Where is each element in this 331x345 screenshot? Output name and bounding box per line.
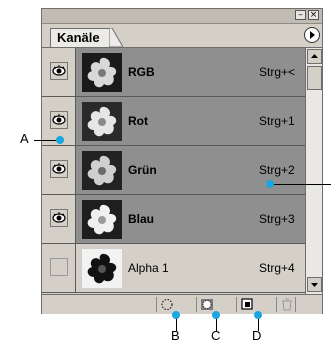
arrow-down-icon [311, 283, 318, 287]
callout-a-dot [56, 136, 64, 144]
visibility-cell[interactable] [42, 48, 76, 96]
callout-right-line [270, 184, 331, 185]
channel-thumbnail [82, 200, 122, 239]
panel-menu-icon [310, 31, 315, 39]
channel-name: Grün [128, 163, 157, 177]
scroll-down-button[interactable] [307, 277, 322, 292]
tab-row: Kanäle [42, 23, 322, 48]
channel-row-rgb[interactable]: RGB Strg+< [42, 48, 305, 97]
eye-icon[interactable] [50, 62, 68, 80]
channel-shortcut: Strg+1 [259, 114, 295, 128]
callout-c-label: C [211, 328, 221, 343]
scroll-up-button[interactable] [307, 49, 322, 64]
scroll-thumb[interactable] [307, 66, 322, 90]
channel-thumbnail [82, 53, 122, 92]
visibility-cell[interactable] [42, 244, 76, 292]
visibility-cell[interactable] [42, 146, 76, 194]
callout-c-dot [212, 311, 220, 319]
arrow-up-icon [311, 54, 318, 58]
dotted-circle-icon [161, 299, 173, 310]
load-selection-button[interactable] [156, 297, 176, 312]
channel-row-gruen[interactable]: Grün Strg+2 [42, 146, 305, 195]
channel-row-alpha-1[interactable]: Alpha 1 Strg+4 [42, 244, 305, 293]
save-selection-button[interactable] [196, 297, 216, 312]
channel-list: RGB Strg+< Rot Strg+1 Grün Strg+2 Blau S… [42, 48, 305, 294]
delete-channel-button[interactable] [276, 297, 296, 312]
channel-name: Alpha 1 [128, 261, 169, 275]
visibility-cell[interactable] [42, 195, 76, 243]
channel-row-blau[interactable]: Blau Strg+3 [42, 195, 305, 244]
tab-edge [109, 28, 123, 47]
channel-shortcut: Strg+4 [259, 261, 295, 275]
eye-icon[interactable] [50, 258, 68, 276]
channel-shortcut: Strg+< [259, 65, 296, 79]
panel-title-bar: – × [42, 9, 322, 24]
channel-thumbnail [82, 102, 122, 141]
channel-shortcut: Strg+3 [259, 212, 295, 226]
callout-b-dot [172, 311, 180, 319]
channel-name: RGB [128, 65, 155, 79]
callout-b-label: B [171, 328, 180, 343]
channel-thumbnail [82, 151, 122, 190]
channel-shortcut: Strg+2 [259, 163, 295, 177]
channel-name: Rot [128, 114, 148, 128]
panel-menu-button[interactable] [304, 27, 320, 43]
vertical-scrollbar[interactable] [305, 48, 322, 294]
callout-right-dot [266, 180, 274, 188]
panel-bottom-bar [42, 294, 322, 314]
channel-name: Blau [128, 212, 155, 226]
callout-a-label: A [20, 131, 29, 146]
eye-icon[interactable] [50, 111, 68, 129]
channel-thumbnail [82, 249, 122, 288]
eye-icon[interactable] [50, 160, 68, 178]
tab-channels[interactable]: Kanäle [50, 28, 110, 47]
callout-d-label: D [252, 328, 262, 343]
new-channel-icon [241, 298, 253, 310]
trash-icon [282, 298, 292, 311]
selection-mask-icon [201, 299, 213, 310]
channels-panel: – × Kanäle RGB Strg+< Rot Strg+1 Grün St… [41, 8, 323, 314]
close-icon[interactable]: × [308, 10, 319, 20]
new-channel-button[interactable] [236, 297, 256, 312]
eye-icon[interactable] [50, 209, 68, 227]
minimize-icon[interactable]: – [295, 10, 306, 20]
channel-row-rot[interactable]: Rot Strg+1 [42, 97, 305, 146]
callout-d-dot [254, 311, 262, 319]
